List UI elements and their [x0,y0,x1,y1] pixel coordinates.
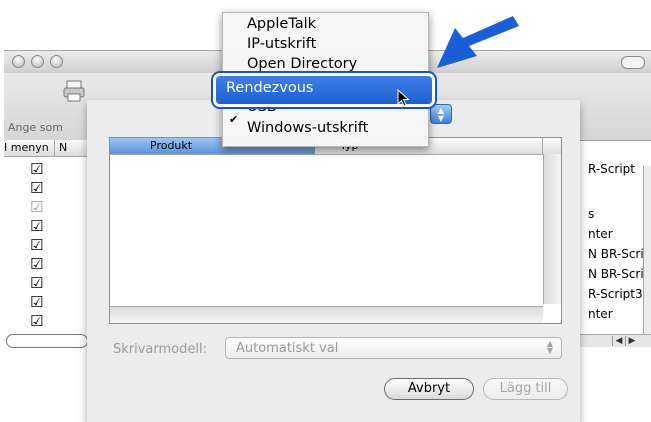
popup-arrows-icon: ▲ ▼ [546,339,554,355]
printer-name-3[interactable]: nter [588,227,613,241]
checkbox-row-7[interactable]: ☑ [30,276,43,291]
checkbox-row-8[interactable]: ☑ [30,295,43,310]
menu-item-usb-label: USB [247,107,277,115]
cancel-button[interactable]: Avbryt [384,378,474,400]
printer-name-4[interactable]: N BR-Scri [588,247,644,261]
product-column-label: Produkt [150,139,193,152]
make-default-printer-button[interactable] [62,79,86,103]
checkbox-row-2[interactable]: ☑ [30,181,43,196]
printer-model-label: Skrivarmodell: [113,342,207,357]
printer-name-7[interactable]: nter [588,307,613,321]
minimize-window-button[interactable] [31,55,44,68]
vertical-scrollbar-right[interactable] [643,166,651,344]
in-menu-column-header[interactable]: I menyn [4,140,49,156]
callout-arrow-icon [437,16,519,68]
checkbox-row-4[interactable]: ☑ [30,219,43,234]
close-window-button[interactable] [12,55,25,68]
mouse-pointer-icon [397,89,410,107]
add-button[interactable]: Lägg till [483,378,568,400]
printer-browser-list[interactable] [109,137,562,324]
printer-model-value: Automatiskt val [236,341,339,356]
list-vertical-scrollbar[interactable] [543,154,561,304]
checkbox-row-3[interactable]: ☑ [30,200,43,215]
printer-name-1[interactable]: R-Script [588,162,635,176]
printer-model-popup[interactable]: Automatiskt val ▲ ▼ [225,337,562,359]
checkbox-row-1[interactable]: ☑ [30,162,43,177]
menu-item-windows-printing[interactable]: Windows-utskrift [247,120,368,136]
printer-name-5[interactable]: N BR-Scri [588,267,644,281]
toolbar-toggle-button[interactable] [621,56,645,69]
menu-item-rendezvous-label: Rendezvous [226,80,314,96]
menu-item-appletalk[interactable]: AppleTalk [247,16,316,32]
printer-name-2[interactable]: s [588,207,594,221]
checkmark-icon: ✔ [229,113,239,126]
scroll-left-arrow-icon[interactable]: ◀ [612,336,625,346]
zoom-window-button[interactable] [50,55,63,68]
checkbox-row-6[interactable]: ☑ [30,257,43,272]
make-default-label: Ange som [8,121,63,134]
scroll-right-arrow-icon[interactable]: ▶ [625,336,638,346]
header-divider [542,138,543,154]
menu-item-ip-printing[interactable]: IP-utskrift [247,36,316,52]
menu-item-open-directory[interactable]: Open Directory [247,56,357,72]
printer-name-6[interactable]: R-Script3 [588,287,643,301]
name-column-header[interactable]: N [54,140,67,156]
horizontal-scrollbar-left[interactable] [6,334,88,348]
checkbox-row-5[interactable]: ☑ [30,238,43,253]
checkbox-row-9[interactable]: ☑ [30,314,43,329]
menu-item-usb[interactable]: USB [247,107,277,117]
connection-type-popup-button[interactable]: ▲ ▼ [430,104,452,124]
printer-icon [63,80,85,102]
list-horizontal-scrollbar[interactable] [110,306,543,323]
